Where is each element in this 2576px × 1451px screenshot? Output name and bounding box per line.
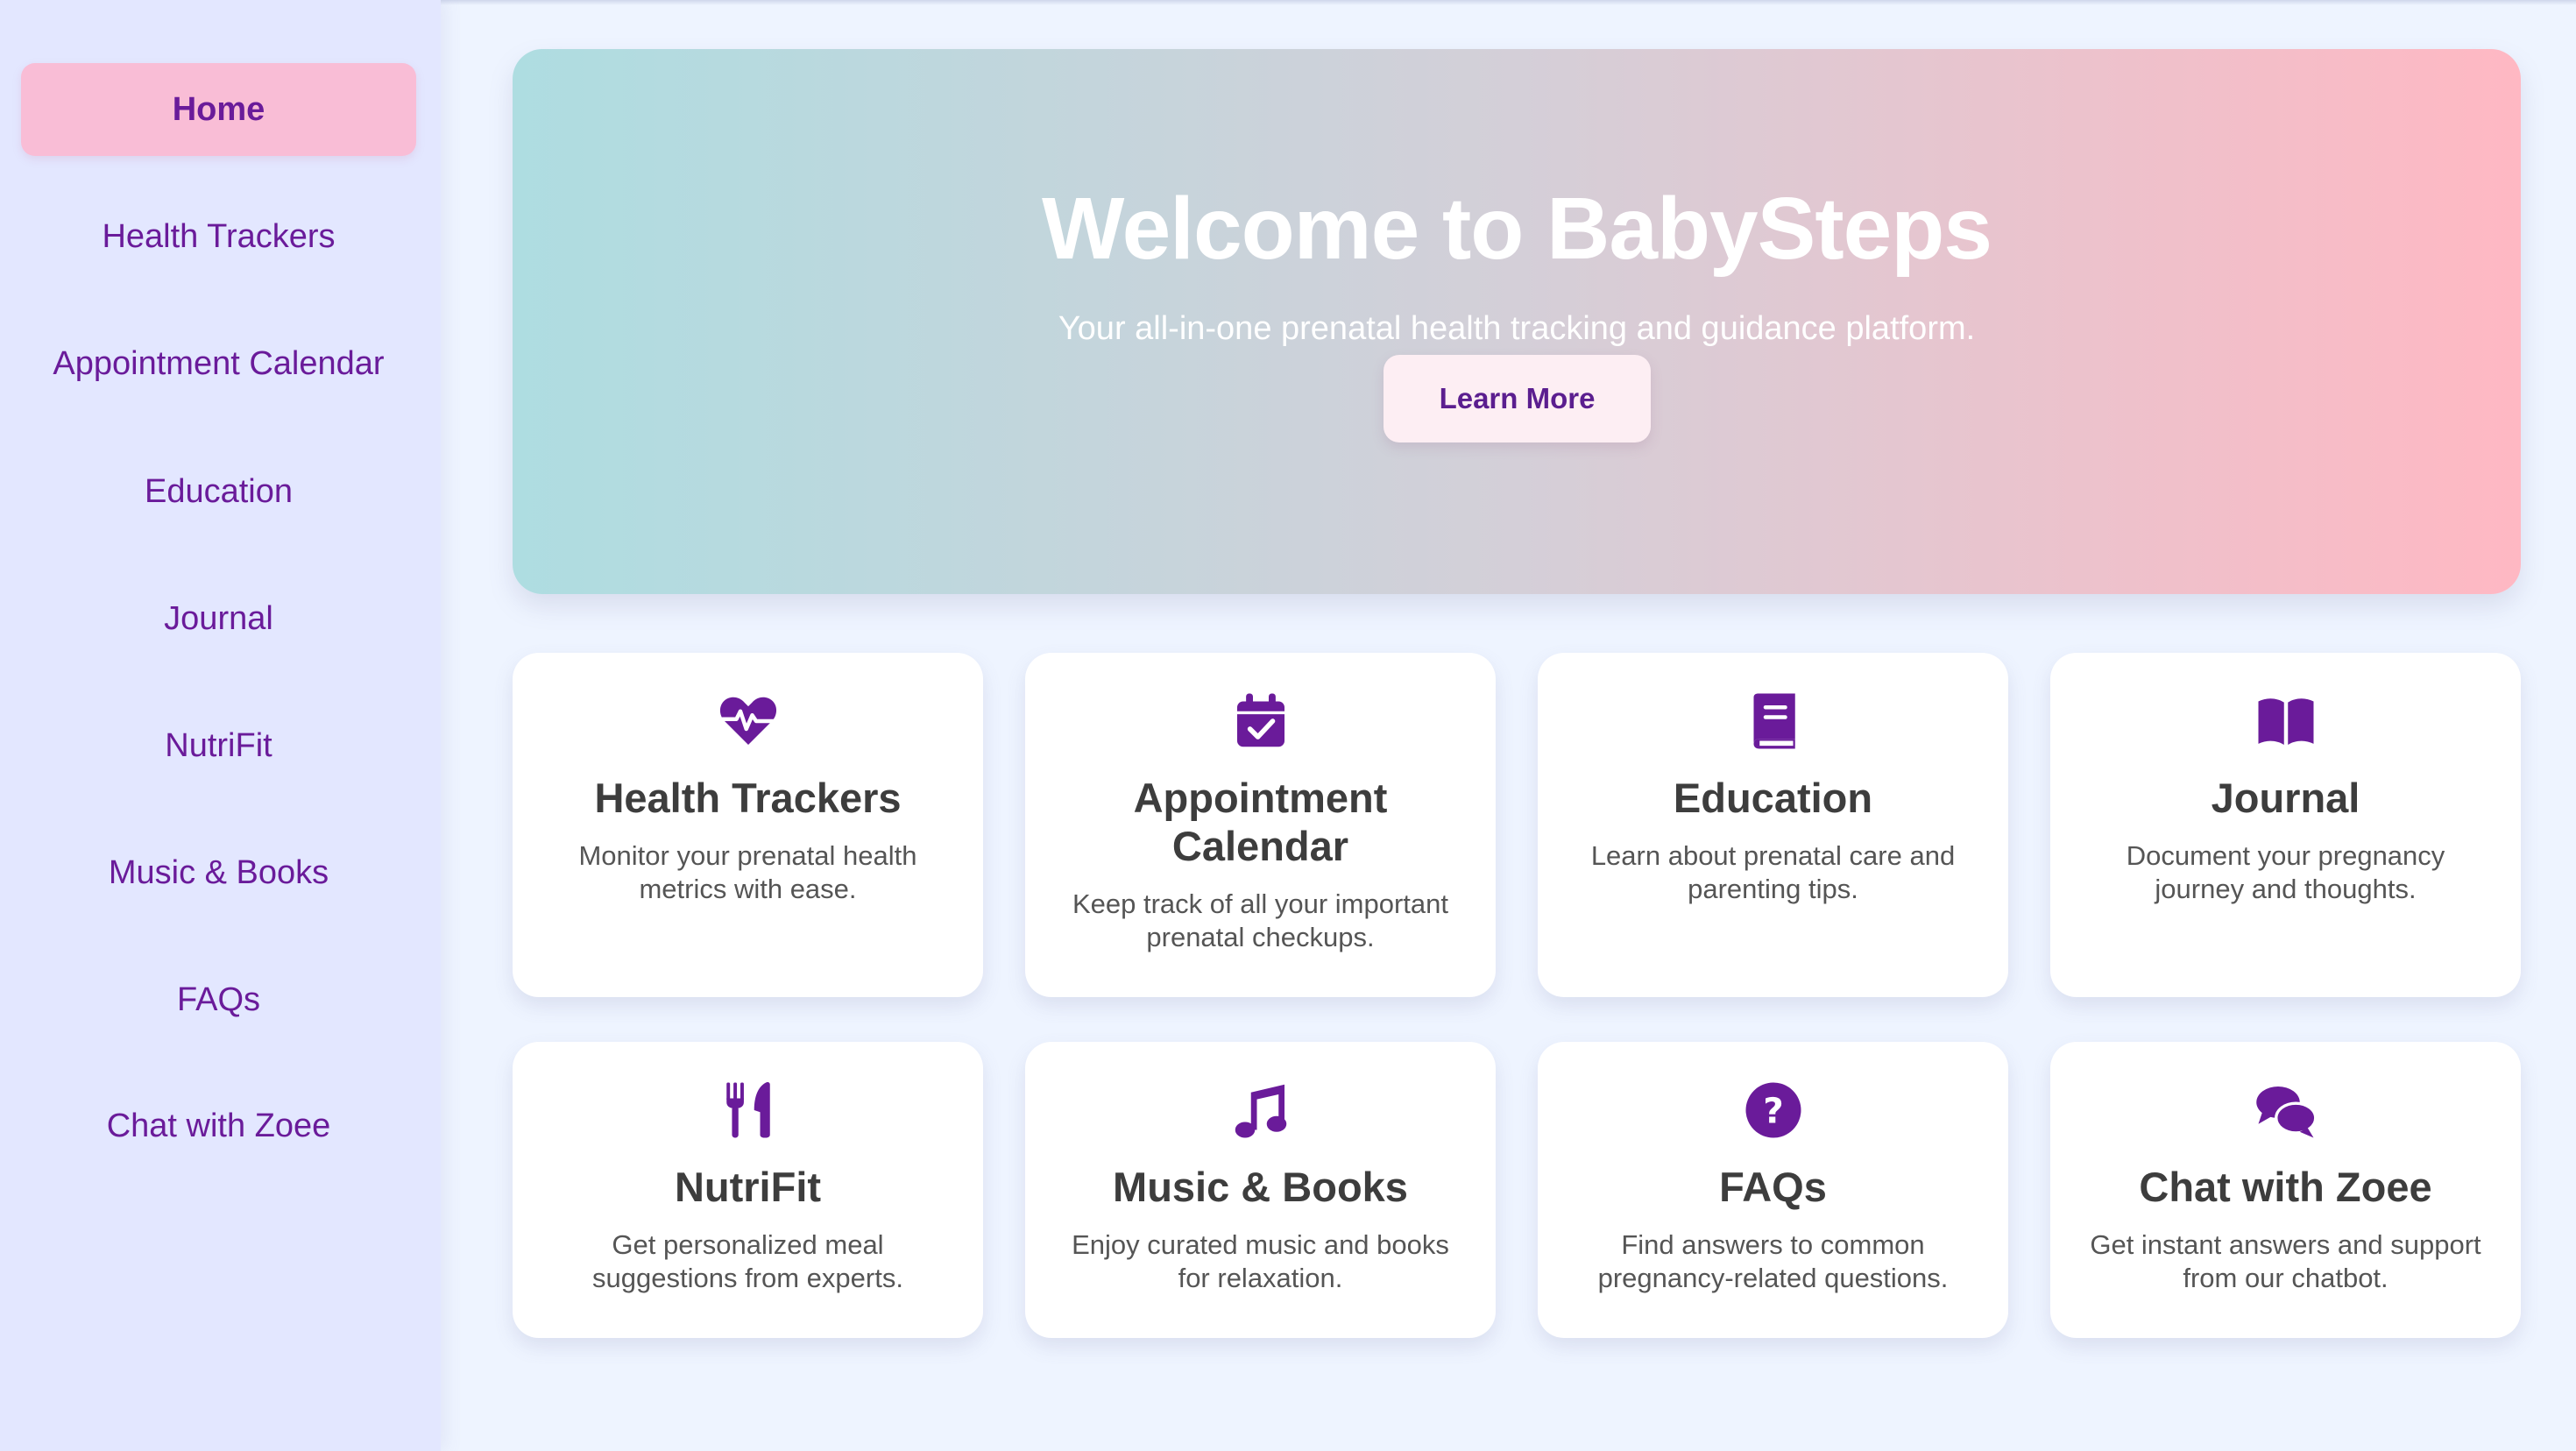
learn-more-button[interactable]: Learn More (1384, 355, 1651, 442)
app-root: Home Health Trackers Appointment Calenda… (0, 0, 2576, 1451)
card-title: Appointment Calendar (1133, 775, 1388, 869)
card-health-trackers[interactable]: Health Trackers Monitor your prenatal he… (513, 653, 983, 997)
card-description: Keep track of all your important prenata… (1072, 888, 1449, 952)
heartbeat-icon (513, 690, 983, 753)
book-icon (1538, 690, 2008, 753)
card-title: NutriFit (674, 1164, 822, 1210)
main-content: Welcome to BabySteps Your all-in-one pre… (441, 0, 2576, 1451)
card-title: Music & Books (1113, 1164, 1408, 1210)
card-title: FAQs (1719, 1164, 1827, 1210)
card-music-books[interactable]: Music & Books Enjoy curated music and bo… (1025, 1042, 1496, 1338)
sidebar-item-appointment-calendar[interactable]: Appointment Calendar (21, 317, 416, 410)
book-open-icon (2050, 690, 2521, 753)
card-description: Monitor your prenatal health metrics wit… (578, 840, 917, 904)
card-description: Enjoy curated music and books for relaxa… (1072, 1229, 1449, 1293)
card-description: Learn about prenatal care and parenting … (1590, 840, 1956, 904)
card-faqs[interactable]: ? FAQs Find answers to common pregnancy-… (1538, 1042, 2008, 1338)
music-icon (1025, 1079, 1496, 1142)
card-nutrifit[interactable]: NutriFit Get personalized meal suggestio… (513, 1042, 983, 1338)
utensils-icon (513, 1079, 983, 1142)
hero-title: Welcome to BabySteps (1041, 180, 1992, 278)
sidebar-item-nutrifit[interactable]: NutriFit (21, 699, 416, 792)
sidebar-item-chat-with-zoee[interactable]: Chat with Zoee (21, 1079, 416, 1172)
card-title: Journal (2211, 775, 2360, 821)
card-journal[interactable]: Journal Document your pregnancy journey … (2050, 653, 2521, 997)
card-education[interactable]: Education Learn about prenatal care and … (1538, 653, 2008, 997)
card-description: Document your pregnancy journey and thou… (2126, 840, 2445, 904)
svg-text:?: ? (1763, 1090, 1784, 1132)
sidebar: Home Health Trackers Appointment Calenda… (0, 0, 441, 1451)
card-title: Chat with Zoee (2139, 1164, 2432, 1210)
sidebar-item-home[interactable]: Home (21, 63, 416, 156)
hero-subtitle: Your all-in-one prenatal health tracking… (1058, 310, 1976, 347)
calendar-check-icon (1025, 690, 1496, 753)
sidebar-item-health-trackers[interactable]: Health Trackers (21, 190, 416, 283)
sidebar-item-music-books[interactable]: Music & Books (21, 826, 416, 919)
card-title: Education (1673, 775, 1873, 821)
sidebar-item-education[interactable]: Education (21, 445, 416, 538)
card-chat-with-zoee[interactable]: Chat with Zoee Get instant answers and s… (2050, 1042, 2521, 1338)
comments-icon (2050, 1079, 2521, 1142)
sidebar-item-faqs[interactable]: FAQs (21, 953, 416, 1046)
card-title: Health Trackers (594, 775, 902, 821)
card-description: Get personalized meal suggestions from e… (592, 1229, 903, 1293)
card-description: Find answers to common pregnancy-related… (1597, 1229, 1949, 1293)
card-appointment-calendar[interactable]: Appointment Calendar Keep track of all y… (1025, 653, 1496, 997)
sidebar-item-journal[interactable]: Journal (21, 572, 416, 665)
hero-banner: Welcome to BabySteps Your all-in-one pre… (513, 49, 2521, 594)
question-circle-icon: ? (1538, 1079, 2008, 1142)
card-description: Get instant answers and support from our… (2090, 1229, 2481, 1293)
